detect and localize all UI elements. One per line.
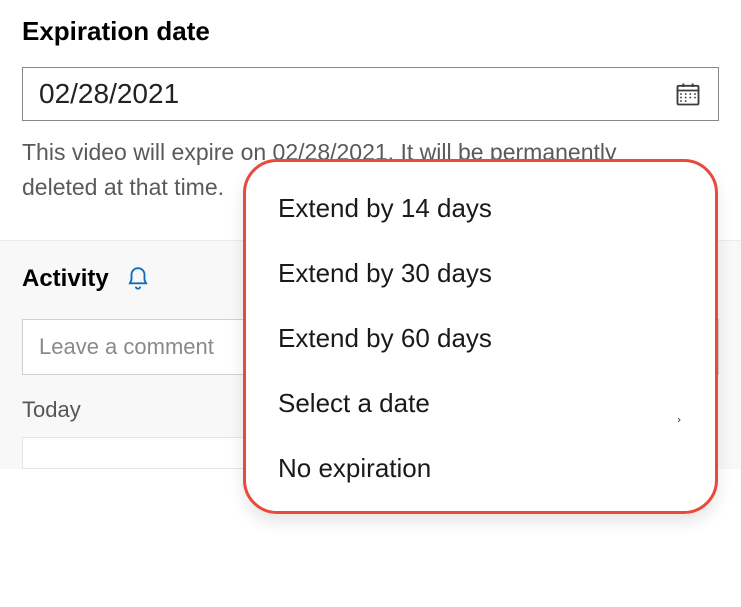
dropdown-item-extend-30[interactable]: Extend by 30 days [246,241,715,306]
dropdown-item-label: Select a date [278,388,430,419]
chevron-right-icon [675,400,683,408]
dropdown-item-label: Extend by 60 days [278,323,492,354]
activity-title: Activity [22,265,109,293]
dropdown-item-extend-14[interactable]: Extend by 14 days [246,176,715,241]
dropdown-item-extend-60[interactable]: Extend by 60 days [246,306,715,371]
dropdown-item-no-expiration[interactable]: No expiration [246,436,715,501]
expiration-date-label: Expiration date [0,0,741,59]
expiration-date-input-wrapper[interactable]: 02/28/2021 [22,67,719,121]
bell-icon[interactable] [125,266,151,292]
expiration-date-value[interactable]: 02/28/2021 [39,78,674,110]
calendar-icon[interactable] [674,80,702,108]
expiration-options-dropdown: Extend by 14 days Extend by 30 days Exte… [243,159,718,514]
dropdown-item-select-date[interactable]: Select a date [246,371,715,436]
dropdown-item-label: Extend by 14 days [278,193,492,224]
dropdown-item-label: Extend by 30 days [278,258,492,289]
dropdown-item-label: No expiration [278,453,431,484]
